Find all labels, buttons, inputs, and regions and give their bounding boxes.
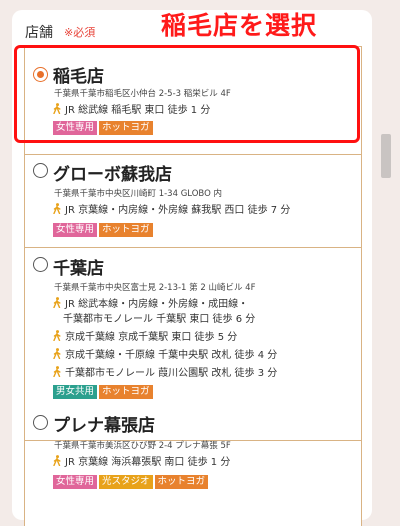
- store-list: 稲毛店 千葉県千葉市稲毛区小仲台 2-5-3 稲栄ビル 4F JR 総武線 稲毛…: [24, 46, 362, 526]
- store-access-line: 京成千葉線 京成千葉駅 東口 徒歩 5 分: [52, 328, 237, 343]
- store-access-line: 京成千葉線・千原線 千葉中央駅 改札 徒歩 4 分: [52, 346, 277, 361]
- store-option-plena-makuhari[interactable]: プレナ幕張店 千葉県千葉市美浜区ひび野 2-4 プレナ幕張 5F JR 京葉線 …: [25, 405, 361, 525]
- walking-person-icon: [52, 297, 62, 308]
- walking-person-icon: [52, 455, 62, 466]
- access-text: 千葉都市モノレール 千葉駅 東口 徒歩 6 分: [63, 314, 256, 325]
- access-text: JR 総武本線・内房線・外房線・成田線・: [65, 299, 249, 310]
- store-access-line: JR 京葉線 海浜幕張駅 南口 徒歩 1 分: [52, 453, 230, 468]
- store-access-line: JR 総武本線・内房線・外房線・成田線・: [52, 295, 248, 310]
- store-name: プレナ幕張店: [53, 416, 155, 436]
- tag-hot-yoga: ホットヨガ: [154, 475, 209, 489]
- access-text: 千葉都市モノレール 葭川公園駅 改札 徒歩 3 分: [65, 368, 278, 379]
- tag-women-only: 女性専用: [53, 223, 98, 237]
- tag-hot-yoga: ホットヨガ: [99, 121, 153, 135]
- access-text: 京成千葉線 京成千葉駅 東口 徒歩 5 分: [65, 332, 238, 343]
- store-option-globo-soga[interactable]: グローボ蘇我店 千葉県千葉市中央区川崎町 1-34 GLOBO 内 JR 京葉線…: [25, 155, 361, 248]
- walking-person-icon: [52, 330, 62, 341]
- store-tags: 女性専用 光スタジオ ホットヨガ: [53, 475, 209, 489]
- walking-person-icon: [52, 348, 62, 359]
- store-access-line: 千葉都市モノレール 葭川公園駅 改札 徒歩 3 分: [52, 364, 277, 379]
- store-radio-inage[interactable]: [33, 67, 48, 82]
- annotation-select-inage: 稲毛店を選択: [161, 11, 318, 40]
- store-name: 千葉店: [53, 259, 104, 279]
- access-text: JR 京葉線 海浜幕張駅 南口 徒歩 1 分: [65, 457, 231, 468]
- store-access-line-continued: 千葉都市モノレール 千葉駅 東口 徒歩 6 分: [63, 310, 255, 325]
- store-radio-chiba[interactable]: [33, 257, 48, 272]
- store-radio-globo-soga[interactable]: [33, 163, 48, 178]
- tag-hot-yoga: ホットヨガ: [99, 223, 153, 237]
- tag-light-studio: 光スタジオ: [99, 475, 153, 489]
- walking-person-icon: [52, 103, 62, 114]
- form-panel: 店舗 ※必須 稲毛店 千葉県千葉市稲毛区小仲台 2-5-3 稲栄ビル 4F JR…: [12, 10, 372, 526]
- store-address: 千葉県千葉市中央区富士見 2-13-1 第 2 山崎ビル 4F: [54, 283, 256, 293]
- store-address: 千葉県千葉市美浜区ひび野 2-4 プレナ幕張 5F: [54, 441, 231, 451]
- store-access-line: JR 京葉線・内房線・外房線 蘇我駅 西口 徒歩 7 分: [52, 201, 290, 216]
- tag-mixed-gender: 男女共用: [53, 385, 98, 399]
- store-name: グローボ蘇我店: [53, 165, 172, 185]
- scrollbar-thumb[interactable]: [381, 134, 391, 178]
- tag-women-only: 女性専用: [53, 121, 98, 135]
- store-radio-plena-makuhari[interactable]: [33, 415, 48, 430]
- tag-hot-yoga: ホットヨガ: [99, 385, 153, 399]
- store-field-label: 店舗: [25, 25, 53, 41]
- access-text: JR 京葉線・内房線・外房線 蘇我駅 西口 徒歩 7 分: [65, 205, 291, 216]
- access-text: JR 総武線 稲毛駅 東口 徒歩 1 分: [65, 105, 211, 116]
- store-tags: 女性専用 ホットヨガ: [53, 223, 153, 237]
- required-mark: ※必須: [64, 26, 96, 39]
- store-address: 千葉県千葉市中央区川崎町 1-34 GLOBO 内: [54, 189, 222, 199]
- store-name: 稲毛店: [53, 67, 104, 87]
- store-address: 千葉県千葉市稲毛区小仲台 2-5-3 稲栄ビル 4F: [54, 89, 231, 99]
- walking-person-icon: [52, 366, 62, 377]
- store-tags: 男女共用 ホットヨガ: [53, 385, 153, 399]
- tag-women-only: 女性専用: [53, 475, 98, 489]
- store-tags: 女性専用 ホットヨガ: [53, 121, 153, 135]
- store-option-inage[interactable]: 稲毛店 千葉県千葉市稲毛区小仲台 2-5-3 稲栄ビル 4F JR 総武線 稲毛…: [25, 47, 361, 155]
- walking-person-icon: [52, 203, 62, 214]
- store-access-line: JR 総武線 稲毛駅 東口 徒歩 1 分: [52, 101, 210, 116]
- access-text: 京成千葉線・千原線 千葉中央駅 改札 徒歩 4 分: [65, 350, 278, 361]
